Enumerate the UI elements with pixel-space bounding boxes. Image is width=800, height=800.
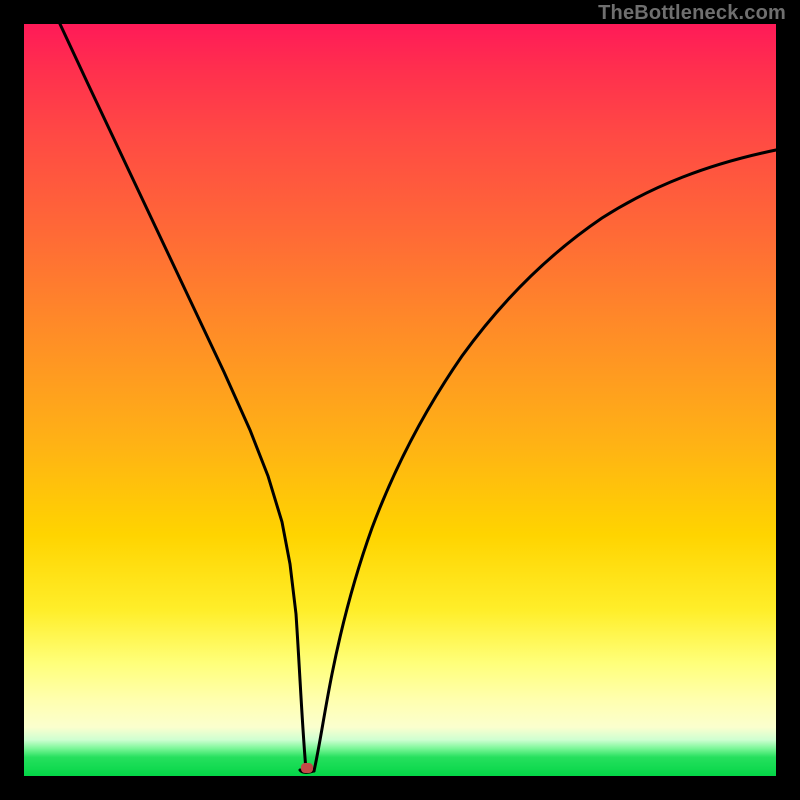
plot-area [24, 24, 776, 776]
curve-right-branch [314, 150, 776, 771]
curve-left-branch [60, 24, 306, 770]
watermark-text: TheBottleneck.com [598, 2, 786, 25]
chart-frame: TheBottleneck.com [0, 0, 800, 800]
bottleneck-marker [301, 763, 313, 773]
bottleneck-curve [24, 24, 776, 776]
